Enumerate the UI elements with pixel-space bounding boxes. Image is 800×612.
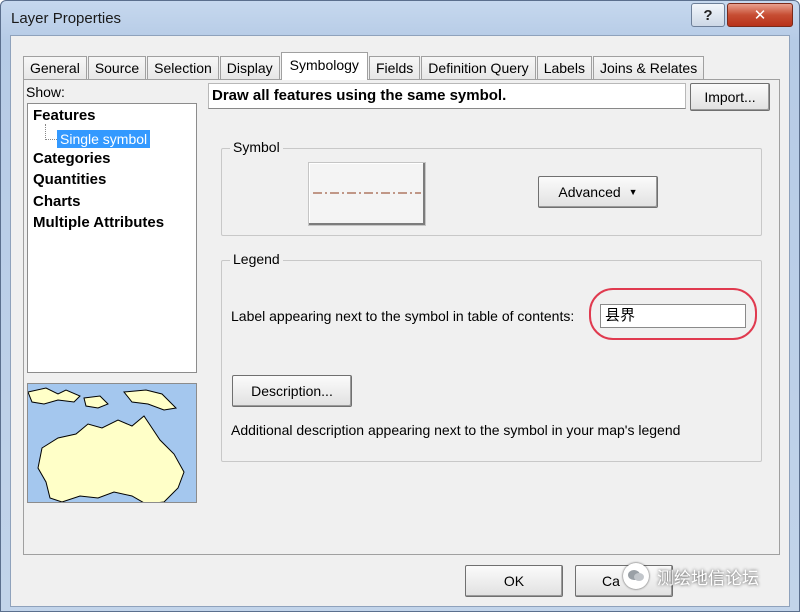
show-tree[interactable]: Features Single symbol Categories Quanti… — [27, 103, 197, 373]
tree-item-single-symbol[interactable]: Single symbol — [57, 130, 151, 148]
help-icon: ? — [703, 6, 713, 24]
wechat-logo-icon — [623, 563, 649, 589]
tab-joins-relates[interactable]: Joins & Relates — [592, 56, 705, 80]
symbology-panel: Show: Features Single symbol Categories … — [23, 79, 780, 555]
layer-properties-window: Layer Properties ? ✕ General Source Sele… — [0, 0, 800, 612]
legend-group: Legend Label appearing next to the symbo… — [221, 251, 762, 462]
tab-fields[interactable]: Fields — [368, 56, 421, 80]
tree-connector — [45, 124, 57, 140]
dialog-client: General Source Selection Display Symbolo… — [10, 35, 790, 607]
tab-display[interactable]: Display — [219, 56, 280, 80]
advanced-label: Advanced — [558, 184, 621, 200]
description-button[interactable]: Description... — [232, 375, 352, 407]
symbol-group-title: Symbol — [230, 139, 283, 155]
tab-definition-query[interactable]: Definition Query — [421, 56, 536, 80]
watermark-text: 测绘地信论坛 — [657, 568, 759, 588]
label-prompt: Label appearing next to the symbol in ta… — [231, 308, 575, 324]
close-button[interactable]: ✕ — [727, 3, 793, 27]
tree-item-categories[interactable]: Categories — [33, 150, 111, 167]
tree-item-charts[interactable]: Charts — [33, 193, 81, 210]
tree-item-multiple-attributes[interactable]: Multiple Attributes — [33, 214, 164, 231]
dash-dot-line-icon — [313, 192, 421, 194]
symbol-preview-button[interactable] — [308, 162, 426, 226]
tab-symbology[interactable]: Symbology — [280, 52, 368, 80]
watermark: 测绘地信论坛 — [623, 563, 759, 589]
advanced-button[interactable]: Advanced ▼ — [538, 176, 658, 208]
legend-label-input[interactable]: 县界 — [600, 304, 746, 328]
tree-item-features[interactable]: Features — [33, 107, 96, 124]
symbol-group: Symbol Advanced ▼ — [221, 139, 762, 236]
tab-source[interactable]: Source — [87, 56, 147, 80]
help-button[interactable]: ? — [691, 3, 725, 27]
dropdown-arrow-icon: ▼ — [628, 187, 638, 197]
ok-button[interactable]: OK — [465, 565, 563, 597]
renderer-description: Draw all features using the same symbol. — [208, 83, 686, 109]
show-label: Show: — [26, 84, 65, 100]
tab-labels[interactable]: Labels — [536, 56, 592, 80]
additional-description-text: Additional description appearing next to… — [231, 422, 681, 438]
title-bar[interactable]: Layer Properties ? ✕ — [1, 1, 799, 35]
close-icon: ✕ — [753, 7, 767, 24]
preview-map-image — [27, 383, 197, 503]
import-button[interactable]: Import... — [690, 83, 770, 111]
australia-map-icon — [28, 384, 196, 502]
tree-item-quantities[interactable]: Quantities — [33, 171, 106, 188]
legend-group-title: Legend — [230, 251, 283, 267]
tab-selection[interactable]: Selection — [147, 56, 219, 80]
tab-general[interactable]: General — [23, 56, 87, 80]
window-title: Layer Properties — [11, 10, 122, 27]
tab-bar: General Source Selection Display Symbolo… — [23, 52, 705, 80]
